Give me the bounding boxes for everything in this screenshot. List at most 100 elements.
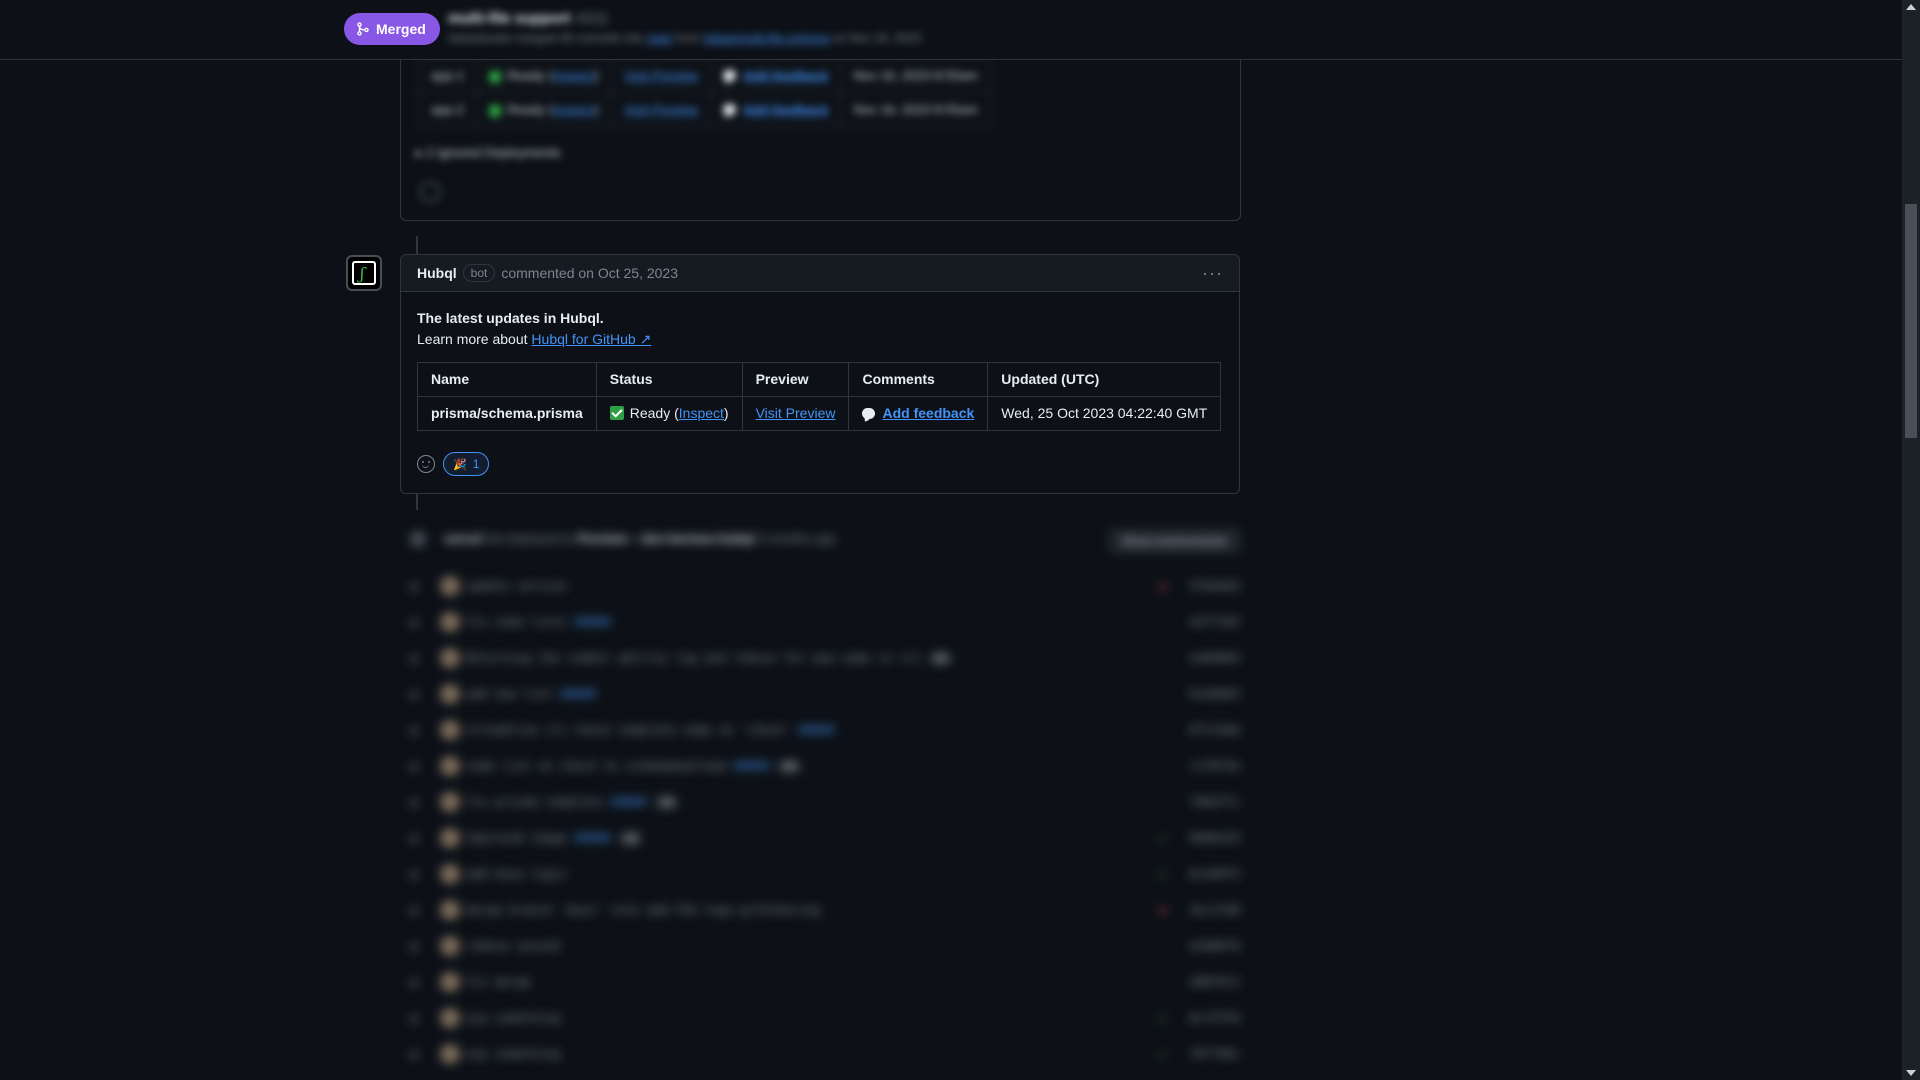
deploy-actor[interactable]: vercel (444, 531, 482, 546)
commit-sha[interactable]: c1f0f4e (1189, 759, 1240, 773)
commit-row: add base logic ✓ 8c4d9f3 (400, 863, 1240, 887)
tada-icon: 🎉 (453, 458, 467, 471)
commit-link[interactable]: ##### (574, 831, 610, 845)
git-commit-icon (410, 763, 418, 771)
commit-row: Improved image ##### 18 ✓ 9b8b419 (400, 827, 1240, 851)
scrollbar-thumb[interactable] (1905, 204, 1917, 438)
commit-message-text[interactable]: remove unused (466, 939, 560, 953)
inspect-link[interactable]: Inspect (553, 68, 595, 83)
commit-message-text[interactable]: some lint on check to schemadownload (466, 759, 726, 773)
smiley-icon[interactable] (420, 182, 440, 202)
commit-message-text[interactable]: streamline cli check template name on 'c… (466, 723, 791, 737)
commit-link[interactable]: ##### (798, 723, 834, 737)
avatar[interactable] (440, 864, 460, 884)
kebab-horizontal-icon[interactable]: ··· (1202, 263, 1223, 284)
commit-message-text[interactable]: wip something (466, 1047, 560, 1061)
commit-message: wip something (466, 1011, 560, 1025)
commit-sha[interactable]: 707799c (1189, 1047, 1240, 1061)
avatar[interactable] (440, 900, 460, 920)
commit-link[interactable]: ##### (560, 687, 596, 701)
commit-message: fix prisma template ##### 19 (466, 795, 678, 809)
avatar[interactable] (440, 936, 460, 956)
git-commit-icon (410, 727, 418, 735)
avatar[interactable] (440, 1044, 460, 1064)
commit-count-badge[interactable]: 18 (618, 832, 642, 845)
commit-sha[interactable]: 5f8a9d3 (1189, 579, 1240, 593)
commit-message-text[interactable]: wip something (466, 1011, 560, 1025)
commit-sha[interactable]: a5d89fd (1189, 939, 1240, 953)
add-feedback-link[interactable]: Add feedback (743, 102, 828, 117)
avatar[interactable] (440, 828, 460, 848)
avatar[interactable] (440, 684, 460, 704)
scroll-down-arrow-icon[interactable] (1906, 1070, 1916, 1076)
commit-message-text[interactable]: Returning the commit ability log and red… (466, 651, 921, 665)
avatar[interactable] (440, 612, 460, 632)
add-feedback-link[interactable]: Add feedback (882, 405, 974, 421)
commit-sha[interactable]: 8c1f5f6 (1189, 1011, 1240, 1025)
deploy-environment[interactable]: Preview – dev-hermes-hubql (578, 531, 754, 546)
check-icon[interactable]: ✓ (1158, 1048, 1168, 1062)
visit-preview-link[interactable]: Visit Preview (624, 102, 698, 117)
commit-count-badge[interactable]: 42 (929, 652, 953, 665)
add-feedback-link[interactable]: Add feedback (743, 68, 828, 83)
check-icon[interactable]: ✓ (1158, 832, 1168, 846)
smiley-icon[interactable] (417, 455, 435, 473)
commit-link[interactable]: ##### (733, 759, 769, 773)
commit-sha[interactable]: 380f611 (1189, 975, 1240, 989)
commit-sha[interactable]: 9b8b419 (1189, 831, 1240, 845)
commit-sha[interactable]: a3f7292 (1189, 615, 1240, 629)
tada-reaction-button[interactable]: 🎉 1 (443, 452, 490, 476)
commit-count-badge[interactable]: 20 (777, 760, 801, 773)
avatar[interactable] (440, 756, 460, 776)
commit-link[interactable]: ##### (611, 795, 647, 809)
commit-message: wip something (466, 1047, 560, 1061)
show-environments-button[interactable]: Show environments (1108, 529, 1240, 553)
commit-message-text[interactable]: fix prisma template (466, 795, 603, 809)
commit-message: Returning the commit ability log and red… (466, 651, 953, 665)
commit-sha[interactable]: e4d90d5 (1189, 651, 1240, 665)
scroll-up-arrow-icon[interactable] (1906, 4, 1916, 10)
avatar[interactable] (440, 720, 460, 740)
avatar[interactable] (440, 972, 460, 992)
commit-sha[interactable]: 8c4d9f3 (1189, 867, 1240, 881)
avatar[interactable]: ʃ (346, 255, 382, 291)
visit-preview-link[interactable]: Visit Preview (624, 68, 698, 83)
table-row: prisma/schema.prisma Ready (Inspect) Vis… (417, 396, 1222, 431)
comment-author-link[interactable]: Hubql (417, 265, 457, 281)
commit-message-text[interactable]: add new lint (466, 687, 553, 701)
head-branch-link[interactable]: tobias/multi-file-schema (703, 31, 829, 45)
avatar[interactable] (440, 648, 460, 668)
commit-link[interactable]: ##### (574, 615, 610, 629)
inspect-link[interactable]: Inspect (553, 102, 595, 117)
avatar[interactable] (440, 792, 460, 812)
comment-timestamp[interactable]: commented on Oct 25, 2023 (501, 265, 678, 281)
commit-sha[interactable]: 0717de6 (1189, 723, 1240, 737)
commit-message-text[interactable]: add base logic (466, 867, 567, 881)
check-icon[interactable]: ✓ (1158, 1012, 1168, 1026)
commit-sha[interactable]: 3ec1fd8 (1189, 903, 1240, 917)
deployment-name: app-2 (417, 92, 478, 127)
learn-more-line: Learn more about Hubql for GitHub ↗ (417, 329, 1223, 350)
commit-message-text[interactable]: merge branch 'main' into add-fkk-logs-gr… (466, 903, 820, 917)
commit-message-text[interactable]: fix some lints (466, 615, 567, 629)
pr-subtitle-from: from (676, 31, 701, 45)
hubql-for-github-link[interactable]: Hubql for GitHub ↗ (531, 331, 651, 347)
base-branch-link[interactable]: main (647, 31, 673, 45)
avatar[interactable] (440, 576, 460, 596)
merged-status-badge: Merged (344, 13, 440, 45)
page-scrollbar[interactable] (1902, 0, 1920, 1080)
ignored-deployments-toggle[interactable]: ▸ 2 Ignored Deployments (416, 145, 561, 161)
commit-message-text[interactable]: update version (466, 579, 567, 593)
commit-sha[interactable]: 7d6d7fc (1189, 795, 1240, 809)
avatar[interactable] (440, 1008, 460, 1028)
commit-message: add base logic (466, 867, 567, 881)
check-icon[interactable]: ✓ (1158, 868, 1168, 882)
inspect-link[interactable]: Inspect (679, 405, 724, 421)
x-icon[interactable]: ✕ (1158, 904, 1168, 918)
commit-count-badge[interactable]: 19 (654, 796, 678, 809)
commit-message-text[interactable]: fix merge (466, 975, 531, 989)
x-icon[interactable]: ✕ (1158, 580, 1168, 594)
visit-preview-link[interactable]: Visit Preview (756, 405, 836, 421)
commit-message-text[interactable]: Improved image (466, 831, 567, 845)
commit-sha[interactable]: 9c0d603 (1189, 687, 1240, 701)
